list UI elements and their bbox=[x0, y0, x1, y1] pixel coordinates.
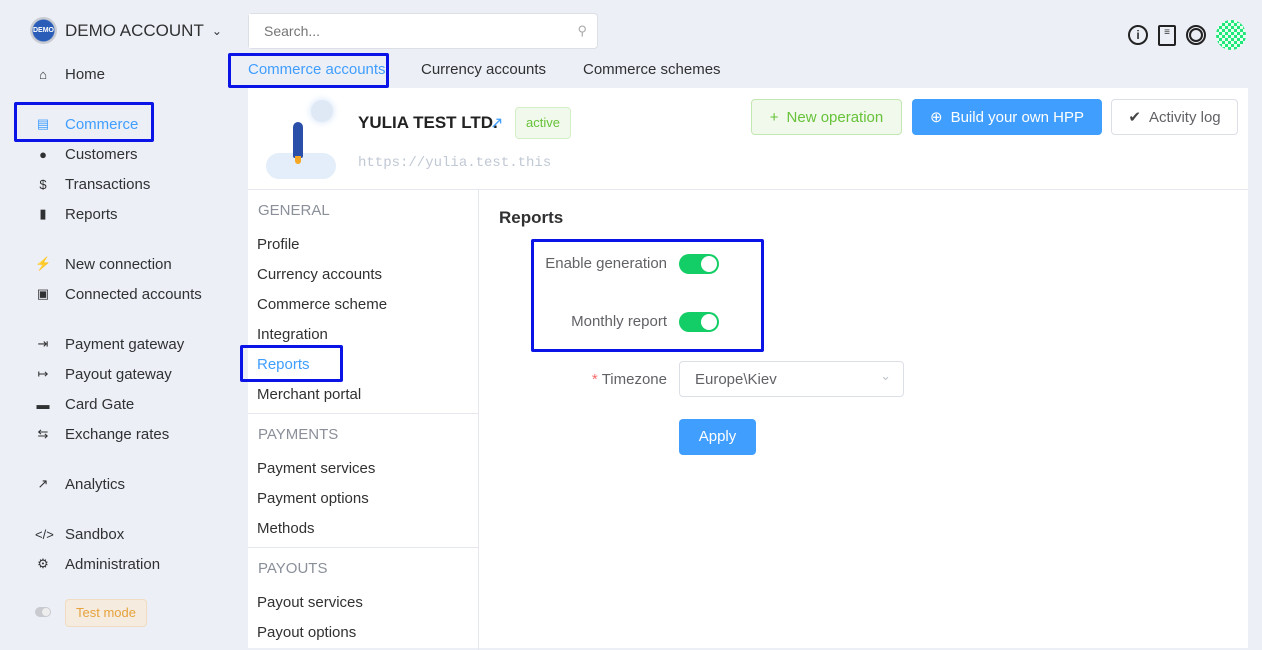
submenu-methods[interactable]: Methods bbox=[257, 520, 315, 537]
test-mode-badge: Test mode bbox=[65, 599, 147, 627]
code-icon: </> bbox=[35, 526, 54, 542]
submenu-reports[interactable]: Reports bbox=[257, 356, 310, 373]
sidebar-item-exchange-rates[interactable]: ⇆ Exchange rates bbox=[35, 424, 170, 444]
exchange-icon: ⇆ bbox=[37, 426, 49, 441]
timezone-label: * Timezone bbox=[591, 371, 667, 388]
sidebar-item-payment-gateway[interactable]: ⇥ Payment gateway bbox=[35, 334, 185, 354]
submenu-profile[interactable]: Profile bbox=[257, 236, 300, 253]
info-icon[interactable]: i bbox=[1128, 25, 1148, 45]
status-badge: active bbox=[515, 107, 571, 139]
lock-icon: ▣ bbox=[36, 286, 50, 301]
double-check-icon: ✔ bbox=[1128, 109, 1141, 126]
sidebar-item-connected-accounts[interactable]: ▣ Connected accounts bbox=[35, 284, 202, 304]
tab-commerce-accounts[interactable]: Commerce accounts bbox=[248, 61, 386, 78]
lifebuoy-icon[interactable] bbox=[1186, 25, 1206, 45]
sidebar-item-analytics[interactable]: ↗ Analytics bbox=[35, 474, 125, 494]
plus-icon: + bbox=[769, 108, 779, 126]
sign-out-icon: ↦ bbox=[37, 366, 49, 381]
submenu-payment-services[interactable]: Payment services bbox=[257, 460, 375, 477]
merchant-url: https://yulia.test.this bbox=[358, 155, 552, 171]
enable-generation-label: Enable generation bbox=[545, 255, 667, 272]
monthly-report-label: Monthly report bbox=[571, 313, 667, 330]
submenu-payout-services[interactable]: Payout services bbox=[257, 594, 363, 611]
users-icon: ● bbox=[39, 146, 47, 162]
merchant-logo bbox=[266, 98, 336, 180]
form-title: Reports bbox=[499, 208, 564, 227]
sidebar-item-administration[interactable]: ⚙ Administration bbox=[35, 554, 160, 574]
build-hpp-button[interactable]: ⊕ Build your own HPP bbox=[912, 99, 1102, 135]
card-icon: ▬ bbox=[36, 396, 50, 412]
tab-currency-accounts[interactable]: Currency accounts bbox=[421, 61, 546, 78]
search-box[interactable]: ⚲ bbox=[248, 13, 598, 49]
sidebar-item-payout-gateway[interactable]: ↦ Payout gateway bbox=[35, 364, 172, 384]
activity-log-button[interactable]: ✔ Activity log bbox=[1111, 99, 1238, 135]
account-logo: DEMO bbox=[30, 17, 57, 44]
monthly-report-toggle[interactable] bbox=[679, 312, 719, 332]
sidebar-item-customers[interactable]: ● Customers bbox=[35, 144, 137, 164]
submenu-integration[interactable]: Integration bbox=[257, 326, 328, 343]
submenu-payment-options[interactable]: Payment options bbox=[257, 490, 369, 507]
crosshair-icon: ⊕ bbox=[930, 109, 943, 126]
sidebar-item-commerce[interactable]: ▤ Commerce bbox=[35, 114, 139, 134]
gear-icon: ⚙ bbox=[37, 556, 49, 571]
test-mode-toggle[interactable] bbox=[35, 607, 51, 617]
sidebar-item-card-gate[interactable]: ▬ Card Gate bbox=[35, 394, 135, 414]
chevron-down-icon: ⌄ bbox=[211, 23, 222, 38]
apply-button[interactable]: Apply bbox=[679, 419, 756, 455]
chart-icon: ↗ bbox=[37, 476, 49, 491]
dollar-icon: $ bbox=[39, 176, 47, 192]
sidebar-item-transactions[interactable]: $ Transactions bbox=[35, 174, 150, 194]
tab-commerce-schemes[interactable]: Commerce schemes bbox=[583, 61, 721, 78]
sidebar-item-sandbox[interactable]: </> Sandbox bbox=[35, 524, 124, 544]
sidebar-item-new-connection[interactable]: ⚡ New connection bbox=[35, 254, 172, 274]
home-icon: ⌂ bbox=[39, 66, 47, 82]
plug-icon: ⚡ bbox=[35, 256, 52, 271]
sidebar-item-reports[interactable]: ▮ Reports bbox=[35, 204, 117, 224]
account-name: DEMO ACCOUNT bbox=[65, 20, 204, 40]
submenu-payout-options[interactable]: Payout options bbox=[257, 624, 356, 641]
enable-generation-toggle[interactable] bbox=[679, 254, 719, 274]
external-link-icon[interactable]: ↗ bbox=[490, 113, 503, 133]
chevron-down-icon: ⌄ bbox=[880, 368, 891, 383]
submenu-merchant-portal[interactable]: Merchant portal bbox=[257, 386, 361, 403]
sidebar-item-home[interactable]: ⌂ Home bbox=[35, 64, 105, 84]
book-icon[interactable]: ≡ bbox=[1158, 24, 1176, 46]
sign-in-icon: ⇥ bbox=[37, 336, 49, 351]
timezone-select[interactable]: Europe\Kiev ⌄ bbox=[679, 361, 904, 397]
search-icon[interactable]: ⚲ bbox=[577, 23, 587, 39]
account-switcher[interactable]: DEMO DEMO ACCOUNT ⌄ bbox=[30, 17, 222, 44]
search-input[interactable] bbox=[249, 14, 549, 48]
submenu-commerce-scheme[interactable]: Commerce scheme bbox=[257, 296, 387, 313]
merchant-name: YULIA TEST LTD. bbox=[358, 113, 498, 132]
new-operation-button[interactable]: + New operation bbox=[751, 99, 902, 135]
store-icon: ▤ bbox=[36, 116, 50, 131]
submenu-currency-accounts[interactable]: Currency accounts bbox=[257, 266, 382, 283]
file-icon: ▮ bbox=[39, 206, 47, 221]
avatar[interactable] bbox=[1216, 20, 1246, 50]
